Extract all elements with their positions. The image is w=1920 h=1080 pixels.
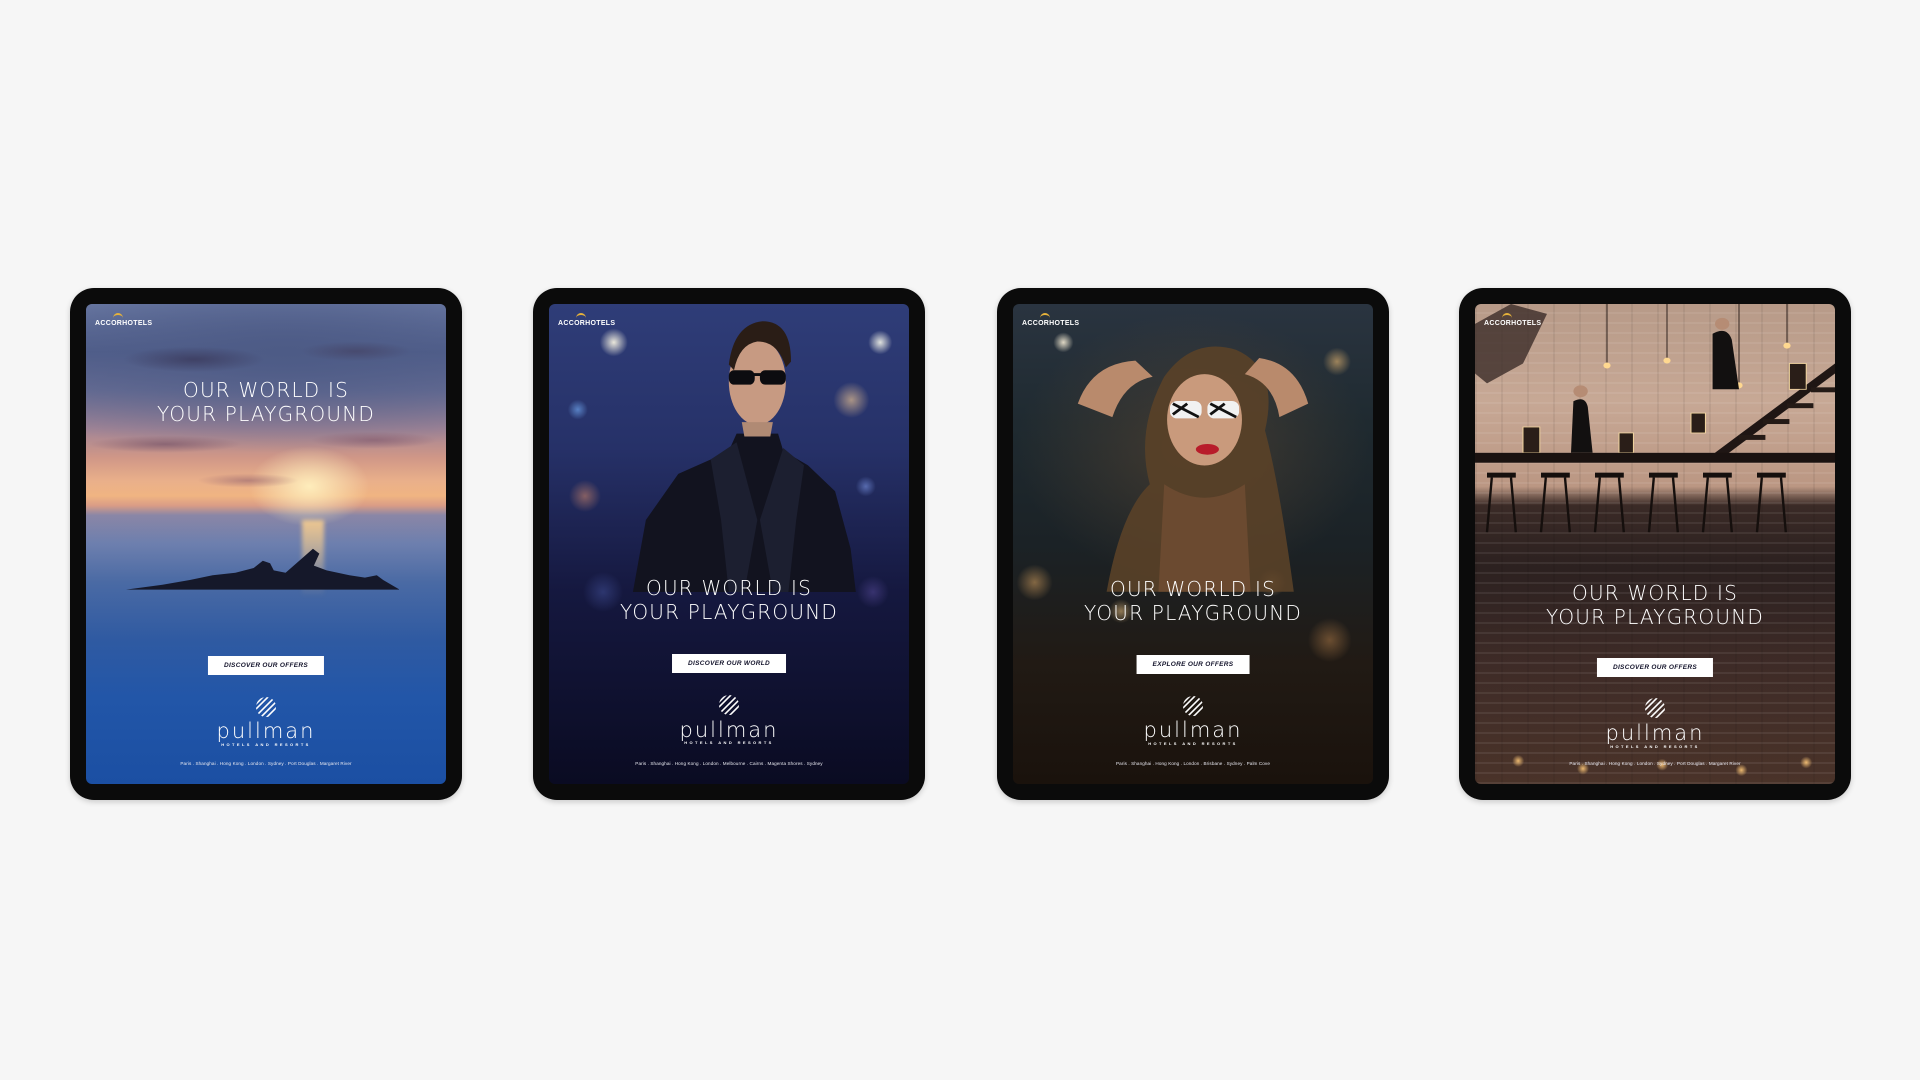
accor-bird-icon (576, 313, 586, 318)
headline-line-1: OUR WORLD IS (183, 378, 349, 402)
man-in-sunglasses-figure (632, 321, 856, 592)
headline-line-2: YOUR PLAYGROUND (157, 402, 375, 426)
headline-line-2: YOUR PLAYGROUND (620, 600, 838, 624)
accorhotels-logo: ACCORHOTELS (1022, 320, 1080, 327)
reclining-woman-silhouette (125, 548, 400, 590)
showcase-stage: ACCORHOTELS OUR WORLD IS YOUR PLAYGROUND… (0, 0, 1920, 1080)
ad-screen-3: ACCORHOTELS OUR WORLD IS YOUR PLAYGROUND… (1013, 304, 1373, 784)
pullman-circle-icon (1645, 698, 1665, 718)
tablet-mockup-3: ACCORHOTELS OUR WORLD IS YOUR PLAYGROUND… (997, 288, 1389, 800)
headline-line-2: YOUR PLAYGROUND (1546, 605, 1764, 629)
city-list: Paris . Shanghai . Hong Kong . London . … (180, 761, 352, 766)
pullman-tagline: HOTELS AND RESORTS (1148, 741, 1238, 746)
discover-world-button[interactable]: DISCOVER OUR WORLD (672, 654, 786, 673)
pullman-wordmark: pullman (216, 719, 316, 743)
tablet-mockup-4: ACCORHOTELS OUR WORLD IS YOUR PLAYGROUND… (1459, 288, 1851, 800)
pullman-tagline: HOTELS AND RESORTS (684, 740, 774, 745)
pullman-circle-icon (1183, 696, 1203, 716)
explore-offers-button[interactable]: EXPLORE OUR OFFERS (1136, 655, 1250, 674)
ad-headline: OUR WORLD IS YOUR PLAYGROUND (86, 378, 446, 426)
headline-line-1: OUR WORLD IS (646, 576, 812, 600)
ad-screen-2: ACCORHOTELS OUR WORLD IS YOUR PLAYGROUND… (549, 304, 909, 784)
accorhotels-logo: ACCORHOTELS (1484, 320, 1542, 327)
pullman-wordmark: pullman (679, 718, 779, 742)
pullman-wordmark: pullman (1143, 718, 1243, 742)
ad-screen-4: ACCORHOTELS OUR WORLD IS YOUR PLAYGROUND… (1475, 304, 1835, 784)
ad-headline: OUR WORLD IS YOUR PLAYGROUND (1013, 577, 1373, 625)
accor-bird-icon (1040, 313, 1050, 318)
discover-offers-button[interactable]: DISCOVER OUR OFFERS (207, 656, 325, 675)
pullman-tagline: HOTELS AND RESORTS (221, 742, 311, 747)
tablet-mockup-2: ACCORHOTELS OUR WORLD IS YOUR PLAYGROUND… (533, 288, 925, 800)
city-list: Paris . Shanghai . Hong Kong . London . … (1116, 761, 1270, 766)
city-list: Paris . Shanghai . Hong Kong . London . … (1569, 761, 1741, 766)
pullman-circle-icon (719, 695, 739, 715)
pullman-wordmark: pullman (1605, 721, 1705, 745)
pullman-tagline: HOTELS AND RESORTS (1610, 744, 1700, 749)
pullman-circle-icon (256, 697, 276, 717)
bar-scene (1475, 304, 1835, 533)
headline-line-2: YOUR PLAYGROUND (1084, 601, 1302, 625)
woman-with-sunglasses-figure (1077, 346, 1309, 592)
ad-headline: OUR WORLD IS YOUR PLAYGROUND (549, 576, 909, 624)
accorhotels-logo: ACCORHOTELS (95, 320, 153, 327)
accorhotels-logo: ACCORHOTELS (558, 320, 616, 327)
ad-headline: OUR WORLD IS YOUR PLAYGROUND (1475, 581, 1835, 629)
accor-bird-icon (1502, 313, 1512, 318)
accor-bird-icon (113, 313, 123, 318)
ad-screen-1: ACCORHOTELS OUR WORLD IS YOUR PLAYGROUND… (86, 304, 446, 784)
city-list: Paris . Shanghai . Hong Kong . London . … (635, 761, 823, 766)
headline-line-1: OUR WORLD IS (1572, 581, 1738, 605)
headline-line-1: OUR WORLD IS (1110, 577, 1276, 601)
discover-offers-button[interactable]: DISCOVER OUR OFFERS (1596, 658, 1714, 677)
tablet-mockup-1: ACCORHOTELS OUR WORLD IS YOUR PLAYGROUND… (70, 288, 462, 800)
